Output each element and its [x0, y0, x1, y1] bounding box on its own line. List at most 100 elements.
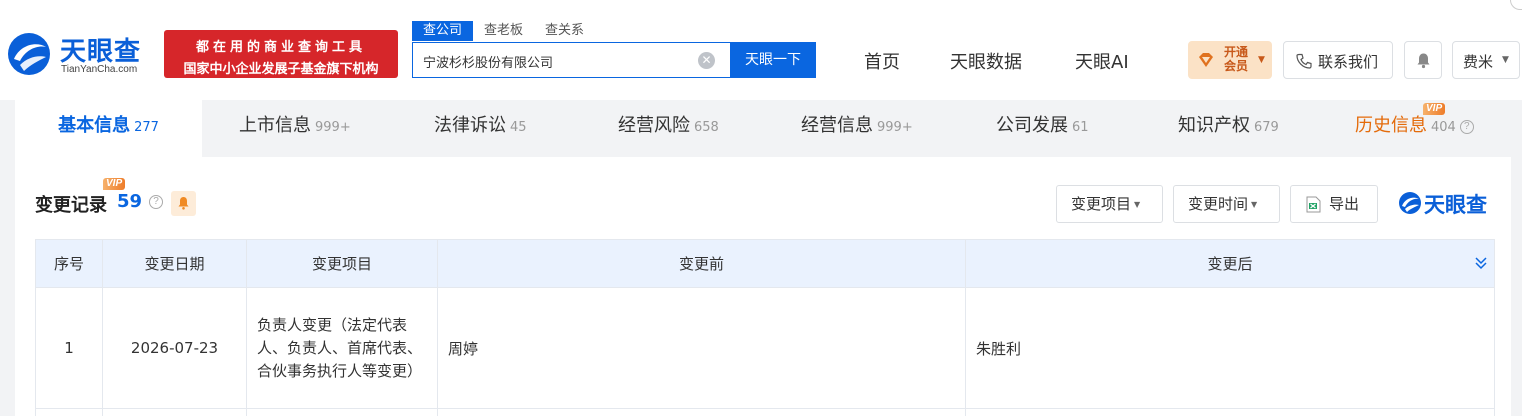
col-header-after: 变更后: [965, 239, 1495, 288]
col-header-date: 变更日期: [102, 239, 247, 288]
search-tab-boss[interactable]: 查老板: [473, 21, 534, 41]
clear-icon[interactable]: ✕: [698, 52, 715, 69]
site-logo[interactable]: 天眼查 TianYanCha.com: [6, 28, 156, 84]
search-tab-relation[interactable]: 查关系: [534, 21, 595, 41]
chevron-down-icon: ▼: [1134, 199, 1141, 209]
excel-icon: [1306, 196, 1321, 213]
tab-company-development[interactable]: 公司发展 61: [996, 100, 1089, 157]
monitor-bell-button[interactable]: [171, 191, 196, 216]
open-vip-button[interactable]: 开通 会员 ▼: [1188, 41, 1272, 79]
contact-us-label: 联系我们: [1318, 53, 1379, 71]
nav-tianyan-ai[interactable]: 天眼AI: [1075, 48, 1129, 74]
change-time-filter[interactable]: 变更时间 ▼: [1173, 185, 1280, 223]
table-row: 1 2026-07-23 负责人变更（法定代表人、负责人、首席代表、合伙事务执行…: [35, 287, 1495, 409]
table-row: [35, 408, 1495, 416]
tab-label: 经营风险: [618, 115, 690, 136]
tianyancha-logo-icon: [1399, 192, 1421, 214]
logo-text: 天眼查: [60, 37, 142, 67]
tab-count: 679: [1254, 120, 1279, 135]
change-item-filter[interactable]: 变更项目 ▼: [1056, 185, 1163, 223]
cell-empty: [102, 408, 247, 416]
change-records-card: VIP 变更记录 59 ? 变更项目 ▼ 变更时间 ▼ 导出 天眼查 序号 变更…: [15, 157, 1511, 416]
change-records-table: 序号 变更日期 变更项目 变更前 变更后 1 2026-07-23 负责人变更（…: [35, 239, 1495, 416]
table-header-row: 序号 变更日期 变更项目 变更前 变更后: [35, 239, 1495, 288]
vip-label-line-1: 开通: [1223, 45, 1248, 59]
cell-item: 负责人变更（法定代表人、负责人、首席代表、合伙事务执行人等变更）: [246, 287, 438, 409]
slogan-banner: 都在用的商业查询工具 国家中小企业发展子基金旗下机构: [164, 30, 398, 78]
slogan-line-2: 国家中小企业发展子基金旗下机构: [183, 62, 379, 77]
tab-intellectual-property[interactable]: 知识产权 679: [1178, 100, 1279, 157]
tab-count: 658: [694, 120, 719, 135]
col-header-after-label: 变更后: [1207, 255, 1253, 273]
cell-after-person-link[interactable]: 朱胜利: [965, 287, 1495, 409]
tab-label: 法律诉讼: [434, 115, 506, 136]
tab-history-info[interactable]: 历史信息 404?: [1355, 100, 1474, 157]
section-title: 变更记录: [35, 195, 107, 216]
tab-label: 知识产权: [1178, 115, 1250, 136]
chevron-down-icon: ▼: [1502, 55, 1509, 65]
vip-label-line-2: 会员: [1223, 59, 1248, 73]
tab-business-info[interactable]: 经营信息 999+: [801, 100, 913, 157]
logo-domain: TianYanCha.com: [61, 64, 138, 75]
cell-date: 2026-07-23: [102, 287, 247, 409]
scrollbar-corner: [1510, 0, 1522, 10]
brand-watermark: 天眼查: [1398, 189, 1498, 219]
search-type-tabs: 查公司 查老板 查关系: [412, 21, 595, 41]
tab-business-risk[interactable]: 经营风险 658: [618, 100, 719, 157]
search-button[interactable]: 天眼一下: [730, 42, 816, 78]
vip-badge: VIP: [103, 178, 126, 190]
filter-label: 变更项目: [1071, 195, 1132, 213]
export-button[interactable]: 导出: [1290, 185, 1378, 223]
cell-no: 1: [35, 287, 103, 409]
user-name: 费米: [1463, 53, 1494, 71]
tab-listing-info[interactable]: 上市信息 999+: [239, 100, 351, 157]
tab-count: 404: [1431, 120, 1456, 135]
nav-tianyan-data[interactable]: 天眼数据: [950, 48, 1022, 74]
chevron-down-icon: ▼: [1258, 55, 1265, 65]
bell-icon: [1417, 53, 1430, 69]
help-icon[interactable]: ?: [149, 195, 163, 209]
slogan-line-1: 都在用的商业查询工具: [195, 40, 366, 55]
vip-button-label: 开通 会员: [1221, 45, 1251, 73]
expand-all-icon[interactable]: [1474, 256, 1488, 270]
brand-text: 天眼查: [1424, 193, 1487, 217]
cell-empty: [965, 408, 1495, 416]
section-count: 59: [117, 191, 143, 212]
help-icon: ?: [1459, 119, 1474, 134]
tab-count: 999+: [315, 120, 351, 135]
company-section-tabs: 基本信息 277 上市信息 999+ 法律诉讼 45 经营风险 658 经营信息 999+…: [15, 100, 1511, 157]
tab-label: 经营信息: [801, 115, 873, 136]
search-box: ✕: [412, 42, 730, 78]
notification-button[interactable]: [1404, 41, 1442, 79]
tab-label: 公司发展: [996, 115, 1068, 136]
user-menu-button[interactable]: 费米 ▼: [1452, 41, 1520, 79]
tab-count: 277: [134, 120, 159, 135]
cell-empty: [437, 408, 966, 416]
col-header-no: 序号: [35, 239, 103, 288]
tab-count: 61: [1072, 120, 1089, 135]
nav-home[interactable]: 首页: [864, 48, 900, 74]
diamond-icon: [1199, 53, 1213, 67]
chevron-down-icon: ▼: [1251, 199, 1258, 209]
tab-count: 45: [510, 120, 527, 135]
col-header-item: 变更项目: [246, 239, 438, 288]
bell-icon: [178, 197, 189, 210]
tianyancha-logo-icon: [8, 33, 50, 75]
phone-icon: [1296, 53, 1312, 69]
cell-empty: [246, 408, 438, 416]
cell-before-person-link[interactable]: 周婷: [437, 287, 966, 409]
search-input[interactable]: [423, 51, 683, 71]
cell-empty: [35, 408, 103, 416]
col-header-before: 变更前: [437, 239, 966, 288]
export-label: 导出: [1329, 195, 1360, 213]
filter-label: 变更时间: [1188, 195, 1249, 213]
tab-count: 999+: [877, 120, 913, 135]
tab-label: 历史信息: [1355, 115, 1427, 136]
top-header: 天眼查 TianYanCha.com 都在用的商业查询工具 国家中小企业发展子基…: [0, 0, 1522, 100]
tab-legal-litigation[interactable]: 法律诉讼 45: [434, 100, 527, 157]
tab-label: 上市信息: [239, 115, 311, 136]
tab-label: 基本信息: [58, 115, 131, 136]
tab-basic-info[interactable]: 基本信息 277: [15, 100, 202, 157]
search-tab-company[interactable]: 查公司: [412, 21, 474, 41]
contact-us-button[interactable]: 联系我们: [1283, 41, 1393, 79]
